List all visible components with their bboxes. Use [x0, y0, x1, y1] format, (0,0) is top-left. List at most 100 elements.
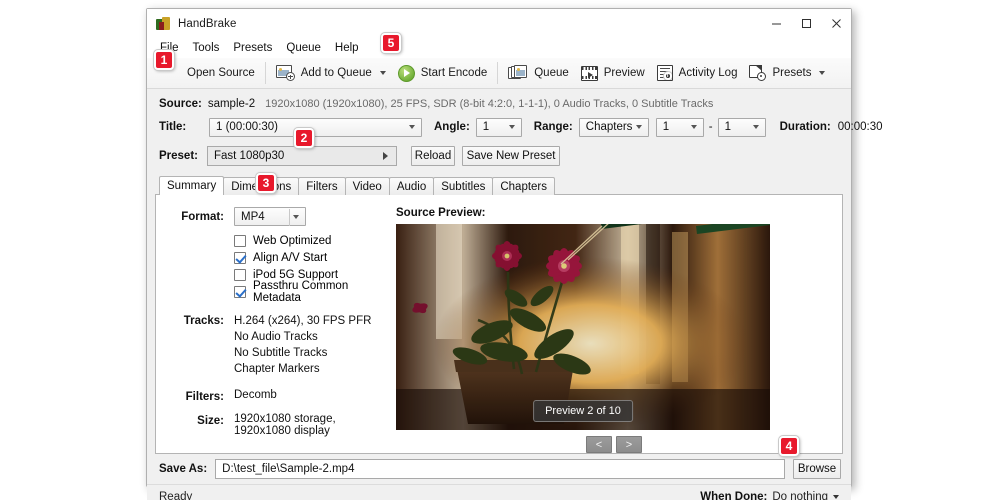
activity-log-icon: i — [656, 65, 673, 81]
chevron-down-icon[interactable] — [833, 495, 839, 499]
tracks-line: No Subtitle Tracks — [234, 347, 328, 359]
save-as-input[interactable]: D:\test_file\Sample-2.mp4 — [215, 459, 785, 479]
range-type-value: Chapters — [585, 121, 633, 133]
checkbox-box-checked — [234, 285, 246, 298]
title-bar: HandBrake — [147, 9, 851, 38]
duration-label: Duration: — [779, 121, 831, 133]
step-badge-4: 4 — [779, 436, 799, 456]
menu-item-queue[interactable]: Queue — [279, 38, 328, 58]
format-dropdown[interactable]: MP4 — [234, 207, 306, 226]
save-as-row: Save As: D:\test_file\Sample-2.mp4 Brows… — [155, 454, 843, 484]
film-icon — [580, 65, 598, 81]
save-new-preset-button[interactable]: Save New Preset — [462, 146, 560, 166]
open-source-label: Open Source — [187, 67, 255, 79]
angle-label: Angle: — [434, 121, 470, 133]
add-to-queue-label: Add to Queue — [300, 67, 372, 79]
queue-button[interactable]: Queue — [502, 60, 575, 87]
presets-toolbar-button[interactable]: Presets — [743, 60, 831, 87]
source-details: 1920x1080 (1920x1080), 25 FPS, SDR (8-bi… — [265, 98, 714, 110]
tracks-label: Tracks: — [183, 315, 224, 327]
range-start-dropdown[interactable]: 1 — [655, 117, 704, 137]
tab-filters[interactable]: Filters — [298, 177, 346, 195]
checkbox-web-optimized[interactable]: Web Optimized — [234, 232, 388, 249]
checkbox-label: Align A/V Start — [253, 251, 328, 264]
range-type-dropdown[interactable]: Chapters — [578, 117, 649, 137]
format-value: MP4 — [241, 210, 265, 223]
checkbox-box — [234, 234, 246, 247]
preview-label: Preview — [603, 67, 645, 79]
main-content: Source: sample-2 1920x1080 (1920x1080), … — [147, 89, 882, 484]
preset-label: Preset: — [159, 150, 198, 162]
maximize-icon[interactable] — [791, 9, 821, 38]
size-label: Size: — [197, 415, 224, 427]
preview-caption: Preview 2 of 10 — [533, 400, 633, 422]
queue-label: Queue — [534, 67, 569, 79]
checkbox-label: Passthru Common Metadata — [253, 279, 349, 304]
tab-audio[interactable]: Audio — [388, 177, 435, 195]
duration-value: 00:00:30 — [837, 121, 883, 133]
start-encode-button[interactable]: Start Encode — [392, 60, 493, 87]
browse-button[interactable]: Browse — [793, 459, 841, 479]
preview-prev-button[interactable]: < — [586, 436, 612, 453]
source-label: Source: — [159, 98, 202, 110]
size-row: Size: 1920x1080 storage, 1920x1080 displ… — [162, 413, 388, 437]
source-preview-label: Source Preview: — [396, 207, 486, 219]
tracks-line: Chapter Markers — [234, 363, 320, 375]
add-to-queue-icon — [275, 65, 295, 81]
filters-row: Filters: Decomb — [162, 389, 388, 403]
range-end-dropdown[interactable]: 1 — [717, 117, 766, 137]
menu-item-help[interactable]: Help — [328, 38, 366, 58]
tracks-line: No Audio Tracks — [234, 331, 318, 343]
preview-button[interactable]: Preview — [575, 60, 651, 87]
preset-dropdown[interactable]: Fast 1080p30 — [207, 146, 397, 166]
close-icon[interactable] — [821, 9, 851, 38]
preview-navigation: < > — [396, 436, 832, 453]
add-to-queue-button[interactable]: Add to Queue — [270, 60, 392, 87]
presets-label: Presets — [772, 67, 812, 79]
toolbar: Open Source Add to Queue Start Encode Qu… — [147, 58, 851, 89]
chevron-down-icon — [409, 125, 415, 129]
title-dropdown[interactable]: 1 (00:00:30) — [209, 117, 422, 137]
tab-summary[interactable]: Summary — [159, 176, 225, 195]
checkbox-passthru-common-metadata[interactable]: Passthru Common Metadata — [234, 280, 388, 304]
step-badge-2: 2 — [294, 128, 314, 148]
tracks-values: H.264 (x264), 30 FPS PFR No Audio Tracks… — [234, 313, 371, 377]
reload-button[interactable]: Reload — [411, 146, 455, 166]
tab-chapters[interactable]: Chapters — [492, 177, 556, 195]
chevron-down-icon[interactable] — [379, 71, 386, 75]
menu-item-presets[interactable]: Presets — [226, 38, 279, 58]
handbrake-icon — [155, 16, 171, 32]
source-preview-image[interactable]: Preview 2 of 10 — [396, 224, 770, 430]
activity-log-button[interactable]: i Activity Log — [651, 60, 744, 87]
presets-icon — [749, 65, 767, 81]
chevron-down-icon — [293, 214, 299, 219]
status-bar: Ready When Done: Do nothing — [147, 484, 851, 500]
toolbar-separator — [497, 62, 499, 84]
minimize-icon[interactable] — [761, 9, 791, 38]
tab-video[interactable]: Video — [344, 177, 390, 195]
checkbox-align-av-start[interactable]: Align A/V Start — [234, 249, 388, 266]
menu-item-tools[interactable]: Tools — [186, 38, 227, 58]
preview-column: Source Preview: Preview 2 of 10 < > — [388, 195, 842, 453]
range-separator: - — [708, 121, 713, 133]
chevron-down-icon[interactable] — [819, 71, 826, 75]
queue-icon — [508, 65, 528, 81]
angle-dropdown[interactable]: 1 — [475, 117, 522, 137]
title-dropdown-value: 1 (00:00:30) — [216, 121, 279, 133]
step-badge-3: 3 — [256, 173, 276, 193]
checkbox-box — [234, 268, 246, 281]
chevron-down-icon — [752, 125, 759, 129]
menu-bar: File Tools Presets Queue Help — [147, 38, 851, 58]
summary-panel: Format: MP4 Web Optimized Align A/V Star… — [155, 194, 843, 454]
when-done-value[interactable]: Do nothing — [772, 491, 828, 500]
tab-subtitles[interactable]: Subtitles — [433, 177, 494, 195]
dropdown-divider — [289, 209, 290, 226]
chevron-down-icon — [690, 125, 697, 129]
preview-next-button[interactable]: > — [616, 436, 642, 453]
save-as-path: D:\test_file\Sample-2.mp4 — [222, 463, 355, 475]
tracks-line: H.264 (x264), 30 FPS PFR — [234, 315, 372, 327]
tracks-row: Tracks: H.264 (x264), 30 FPS PFR No Audi… — [162, 313, 388, 377]
window-controls — [761, 9, 851, 38]
range-end-value: 1 — [724, 121, 732, 133]
chevron-right-icon — [383, 152, 388, 160]
